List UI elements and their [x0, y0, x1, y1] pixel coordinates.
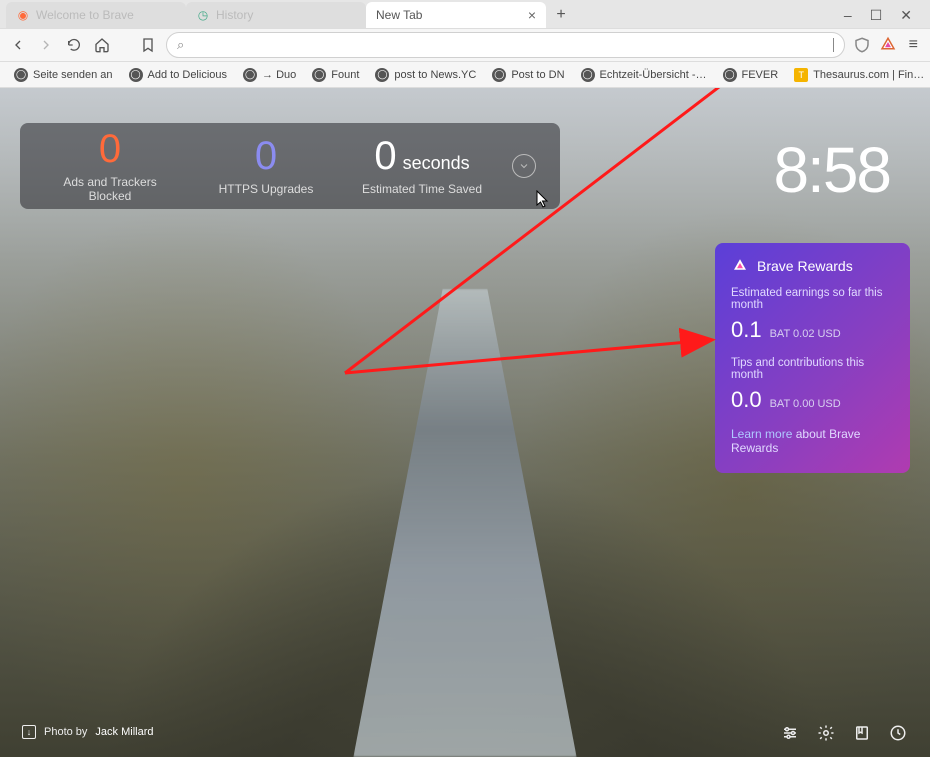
bookmark-item[interactable]: ◯Fount	[306, 66, 365, 84]
brave-favicon-icon: ◉	[16, 8, 30, 22]
brave-rewards-card: Brave Rewards Estimated earnings so far …	[715, 243, 910, 473]
history-icon[interactable]	[888, 723, 908, 743]
globe-icon: ◯	[14, 68, 28, 82]
tab-history[interactable]: ◷ History	[186, 2, 366, 28]
tab-welcome[interactable]: ◉ Welcome to Brave	[6, 2, 186, 28]
url-bar[interactable]: ⌕	[166, 32, 845, 58]
tab-label: New Tab	[376, 8, 422, 22]
tips-label: Tips and contributions this month	[731, 357, 894, 381]
tips-value: 0.0	[731, 387, 762, 413]
rewards-title: Brave Rewards	[757, 258, 853, 274]
bookmark-item[interactable]: ◯post to News.YC	[369, 66, 482, 84]
tab-label: History	[216, 8, 253, 22]
globe-icon: ◯	[723, 68, 737, 82]
browser-window: ◉ Welcome to Brave ◷ History New Tab × +…	[0, 0, 930, 757]
tab-strip: ◉ Welcome to Brave ◷ History New Tab × +…	[0, 0, 930, 28]
minimize-button[interactable]: –	[844, 7, 852, 24]
stat-time: 0seconds Estimated Time Saved	[356, 136, 488, 196]
settings-icon[interactable]	[816, 723, 836, 743]
photo-author-link[interactable]: Jack Millard	[95, 726, 153, 738]
reload-button[interactable]	[64, 35, 84, 55]
bookmark-item[interactable]: ◯Seite senden an	[8, 66, 119, 84]
globe-icon: ◯	[129, 68, 143, 82]
stats-card: 0 Ads and Trackers Blocked 0 HTTPS Upgra…	[20, 123, 560, 209]
globe-icon: ◯	[243, 68, 257, 82]
customize-icon[interactable]	[780, 723, 800, 743]
bookmark-item[interactable]: TThesaurus.com | Fin…	[788, 66, 930, 84]
toolbar: ⌕ ≡	[0, 28, 930, 62]
window-controls: – ☐ ✕	[844, 7, 924, 28]
search-icon: ⌕	[177, 37, 184, 53]
close-tab-icon[interactable]: ×	[528, 7, 536, 23]
home-button[interactable]	[92, 35, 112, 55]
photo-credit-prefix: Photo by	[44, 726, 87, 738]
photo-credit: ↓ Photo by Jack Millard	[22, 725, 154, 739]
bookmarks-icon[interactable]	[852, 723, 872, 743]
globe-icon: ◯	[312, 68, 326, 82]
bookmark-item[interactable]: ◯Add to Delicious	[123, 66, 234, 84]
earnings-label: Estimated earnings so far this month	[731, 287, 894, 311]
clock: 8:58	[773, 133, 890, 207]
globe-icon: ◯	[492, 68, 506, 82]
bottom-icons	[780, 723, 908, 743]
menu-button[interactable]: ≡	[905, 36, 922, 54]
history-favicon-icon: ◷	[196, 8, 210, 22]
brave-rewards-icon[interactable]	[879, 36, 897, 54]
tab-new-tab[interactable]: New Tab ×	[366, 2, 546, 28]
bookmark-item[interactable]: ◯Echtzeit-Übersicht -…	[575, 66, 713, 84]
maximize-button[interactable]: ☐	[870, 7, 883, 24]
stat-https: 0 HTTPS Upgrades	[200, 136, 332, 196]
new-tab-button[interactable]: +	[550, 4, 572, 26]
bookmark-button[interactable]	[138, 35, 158, 55]
earnings-value: 0.1	[731, 317, 762, 343]
back-button[interactable]	[8, 35, 28, 55]
bookmark-item[interactable]: ◯Post to DN	[486, 66, 570, 84]
shields-icon[interactable]	[853, 36, 871, 54]
forward-button[interactable]	[36, 35, 56, 55]
bookmarks-bar: ◯Seite senden an ◯Add to Delicious ◯→ Du…	[0, 62, 930, 88]
stat-blocked: 0 Ads and Trackers Blocked	[44, 129, 176, 203]
brave-rewards-logo-icon	[731, 257, 749, 275]
globe-icon: ◯	[375, 68, 389, 82]
close-window-button[interactable]: ✕	[900, 7, 912, 24]
globe-icon: ◯	[581, 68, 595, 82]
earnings-sub: BAT 0.02 USD	[770, 328, 841, 340]
learn-more-link[interactable]: Learn more	[731, 427, 792, 441]
tips-sub: BAT 0.00 USD	[770, 398, 841, 410]
bookmark-item[interactable]: ◯→ Duo	[237, 66, 302, 84]
thesaurus-icon: T	[794, 68, 808, 82]
stats-expand-button[interactable]	[512, 154, 536, 178]
new-tab-page: 0 Ads and Trackers Blocked 0 HTTPS Upgra…	[0, 88, 930, 757]
download-photo-icon[interactable]: ↓	[22, 725, 36, 739]
tab-label: Welcome to Brave	[36, 8, 134, 22]
url-input[interactable]	[190, 38, 826, 53]
bookmark-item[interactable]: ◯FEVER	[717, 66, 785, 84]
